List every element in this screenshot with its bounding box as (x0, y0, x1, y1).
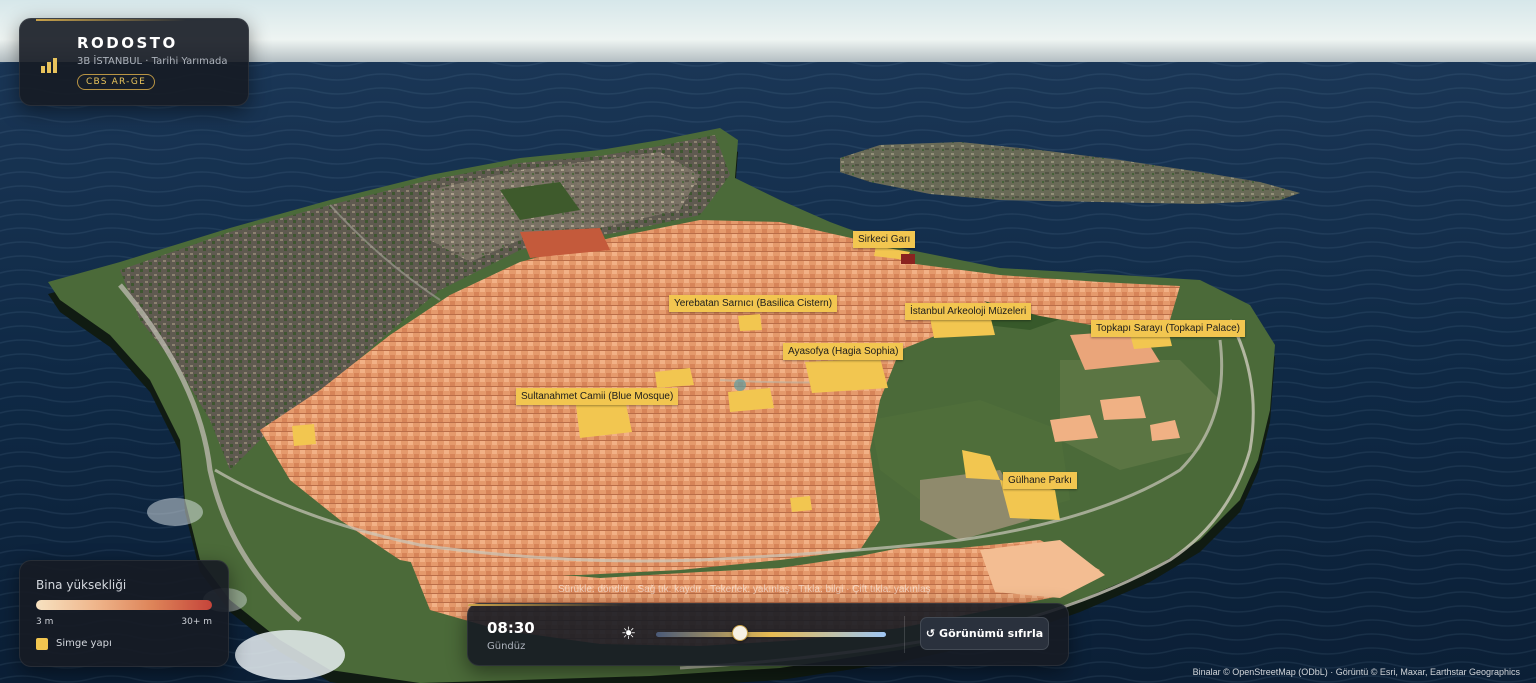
landmark-label-ayasofya[interactable]: Ayasofya (Hagia Sophia) (783, 343, 904, 360)
landmark-label-sultanahmet[interactable]: Sultanahmet Camii (Blue Mosque) (516, 388, 679, 405)
landmark-label-arkeoloji[interactable]: İstanbul Arkeoloji Müzeleri (905, 303, 1032, 320)
panel-divider (904, 616, 905, 653)
time-panel-accent (468, 604, 628, 606)
org-badge: CBS AR-GE (77, 74, 155, 90)
legend-min-label: 3 m (36, 617, 54, 627)
time-slider[interactable] (656, 632, 886, 637)
app-title: RODOSTO (77, 34, 178, 52)
landmark-label-gulhane[interactable]: Gülhane Parkı (1003, 472, 1077, 489)
reset-view-label: Görünümü sıfırla (939, 627, 1044, 640)
time-panel: 08:30 Gündüz ☀ ↺ Görünümü sıfırla (467, 603, 1069, 666)
time-readout: 08:30 (487, 619, 535, 637)
time-slider-thumb[interactable] (731, 625, 748, 641)
landmark-label-sirkeci[interactable]: Sirkeci Garı (853, 231, 916, 248)
legend-title: Bina yüksekliği (36, 578, 127, 592)
height-legend: Bina yüksekliği 3 m 30+ m Simge yapı (19, 560, 229, 667)
landmark-legend-label: Simge yapı (56, 638, 112, 649)
day-period-label: Gündüz (487, 641, 526, 652)
height-gradient-bar (36, 600, 212, 610)
controls-hint: Sürükle: döndür · Sağ tık: kaydır · Teke… (558, 584, 931, 595)
brand-panel: RODOSTO 3B İSTANBUL · Tarihi Yarımada CB… (19, 18, 249, 106)
bar-chart-icon (41, 58, 57, 73)
landmark-swatch (36, 638, 48, 650)
attribution: Binalar © OpenStreetMap (ODbL) · Görüntü… (1192, 667, 1520, 677)
app-subtitle: 3B İSTANBUL · Tarihi Yarımada (77, 56, 228, 67)
brand-accent-line (36, 19, 186, 21)
sun-icon: ☀ (621, 624, 637, 644)
reset-view-button[interactable]: ↺ Görünümü sıfırla (920, 617, 1049, 650)
landmark-label-topkapi[interactable]: Topkapı Sarayı (Topkapi Palace) (1091, 320, 1245, 337)
refresh-icon: ↺ (925, 627, 936, 640)
landmark-label-yerebatan[interactable]: Yerebatan Sarnıcı (Basilica Cistern) (669, 295, 838, 312)
legend-max-label: 30+ m (181, 617, 212, 627)
